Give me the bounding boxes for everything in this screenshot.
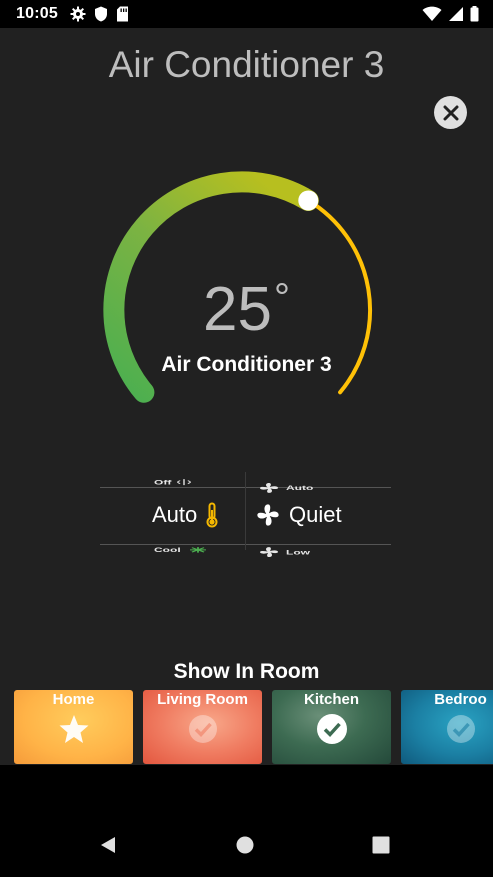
snowflake-icon <box>189 547 206 553</box>
mode-option-auto[interactable]: Auto <box>152 502 219 528</box>
room-card-kitchen[interactable]: Kitchen <box>272 690 391 764</box>
status-icons-left <box>70 6 129 22</box>
gear-icon <box>70 6 86 22</box>
status-bar: 10:05 <box>0 0 493 28</box>
room-card-bedroom[interactable]: Bedroo <box>401 690 493 764</box>
cell-signal-icon <box>449 7 463 21</box>
gauge-handle[interactable] <box>298 190 319 211</box>
navigation-bar <box>0 765 493 877</box>
fan-option-quiet[interactable]: Quiet <box>255 502 342 528</box>
check-circle-icon <box>446 715 475 743</box>
mode-selected-label: Auto <box>152 502 198 527</box>
fan-option-label: Low <box>286 548 310 556</box>
fan-option-auto[interactable]: Auto <box>258 482 313 494</box>
degree-symbol: ° <box>273 276 290 320</box>
room-label: Bedroo <box>434 691 487 708</box>
mode-option-label: Off <box>154 478 172 486</box>
shield-icon <box>94 6 107 22</box>
wifi-icon <box>422 6 442 21</box>
show-in-room-title: Show In Room <box>173 660 320 683</box>
check-circle-icon <box>316 714 347 744</box>
mode-option-cool[interactable]: Cool <box>154 546 209 554</box>
mode-option-label: Cool <box>154 546 181 554</box>
power-icon <box>177 479 192 486</box>
status-icons-right <box>422 6 479 22</box>
check-circle-icon <box>188 715 217 743</box>
fan-icon <box>257 504 279 526</box>
star-icon <box>59 715 88 743</box>
temperature-value: 25 <box>203 275 272 344</box>
device-dialog: Air Conditioner 3 25° Air Conditioner 3 … <box>0 28 493 765</box>
room-label: Living Room <box>157 691 248 708</box>
mode-fan-picker: Off Auto Cool Auto Quiet Low <box>100 472 391 562</box>
picker-column-divider <box>245 472 246 550</box>
recents-icon[interactable] <box>372 835 390 855</box>
thermometer-icon <box>206 502 218 528</box>
back-icon[interactable] <box>98 835 118 855</box>
fan-option-low[interactable]: Low <box>258 546 310 558</box>
mode-option-off[interactable]: Off <box>154 478 192 486</box>
room-label: Home <box>52 691 95 708</box>
room-label: Kitchen <box>303 691 359 708</box>
fan-option-label: Auto <box>286 484 314 492</box>
room-list[interactable]: Home Living Room Kitchen Bedroo <box>14 690 493 765</box>
home-icon[interactable] <box>236 835 254 855</box>
fan-icon <box>260 547 278 557</box>
fan-selected-label: Quiet <box>289 502 342 527</box>
sd-card-icon <box>116 6 128 22</box>
thermostat-gauge[interactable] <box>0 28 493 448</box>
temperature-display: 25° <box>0 274 493 345</box>
device-name: Air Conditioner 3 <box>161 353 332 376</box>
battery-icon <box>470 6 479 22</box>
status-time: 10:05 <box>16 5 58 22</box>
fan-icon <box>260 483 278 493</box>
room-card-home[interactable]: Home <box>14 690 133 764</box>
room-card-living-room[interactable]: Living Room <box>143 690 262 764</box>
